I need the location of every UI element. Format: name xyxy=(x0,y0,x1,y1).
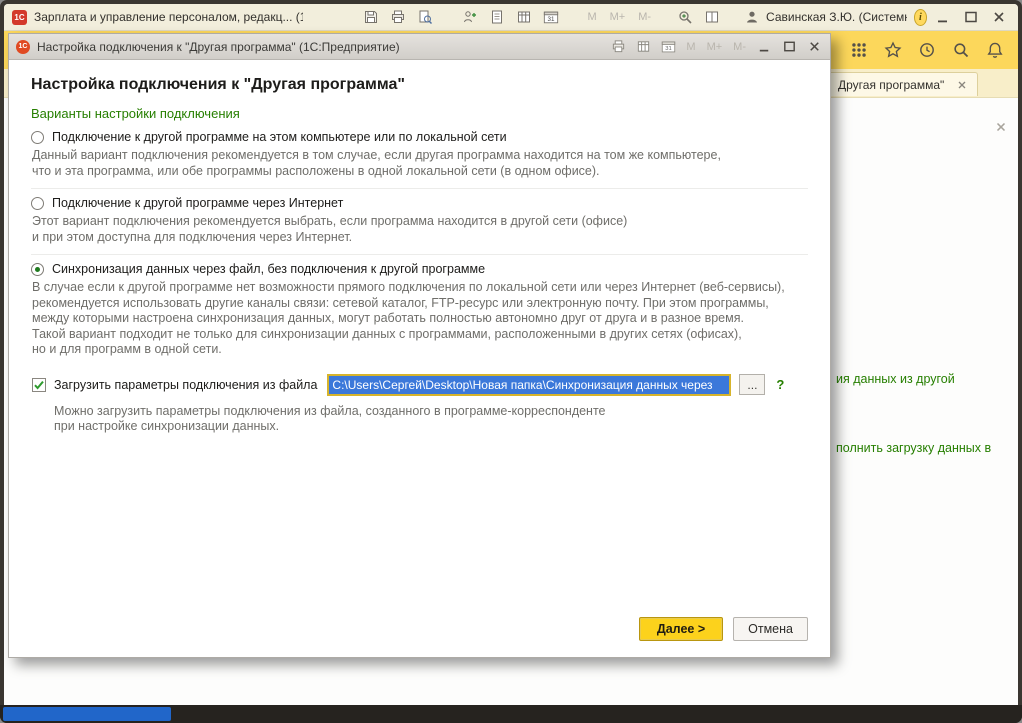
connection-settings-dialog: 1С Настройка подключения к "Другая прогр… xyxy=(8,33,831,658)
memory-m-button[interactable]: M xyxy=(585,11,598,23)
cancel-button[interactable]: Отмена xyxy=(733,617,808,641)
dialog-close-icon[interactable] xyxy=(805,38,823,56)
tab-other-program[interactable]: Другая программа" xyxy=(828,72,978,96)
dialog-memory-m-button[interactable]: M xyxy=(684,41,697,53)
radio-label: Синхронизация данных через файл, без под… xyxy=(52,262,485,276)
dialog-memory-m-plus-button[interactable]: M+ xyxy=(705,41,725,53)
tab-label: Другая программа" xyxy=(838,78,949,92)
radio-option-file-sync[interactable]: Синхронизация данных через файл, без под… xyxy=(31,262,808,276)
divider xyxy=(31,188,808,189)
next-button[interactable]: Далее > xyxy=(639,617,723,641)
dialog-title: Настройка подключения к "Другая программ… xyxy=(37,40,602,54)
form-close-icon[interactable] xyxy=(994,120,1008,134)
load-file-label[interactable]: Загрузить параметры подключения из файла xyxy=(54,378,317,392)
main-titlebar: 1С Зарплата и управление персоналом, ред… xyxy=(4,4,1018,31)
browse-button[interactable]: ... xyxy=(739,374,765,395)
main-menu-grid-icon[interactable] xyxy=(850,41,868,59)
radio-icon[interactable] xyxy=(31,197,44,210)
table-icon[interactable] xyxy=(515,8,533,26)
radio-option-local-network[interactable]: Подключение к другой программе на этом к… xyxy=(31,130,808,144)
help-link[interactable]: ? xyxy=(776,377,784,392)
add-user-icon[interactable] xyxy=(461,8,479,26)
user-menu[interactable]: Савинская З.Ю. (Системный прог... xyxy=(744,8,907,26)
load-file-checkbox[interactable] xyxy=(32,378,46,392)
dialog-table-icon[interactable] xyxy=(634,38,652,56)
load-file-row: Загрузить параметры подключения из файла… xyxy=(32,374,808,396)
favorites-star-icon[interactable] xyxy=(884,41,902,59)
dialog-calendar-icon[interactable]: 31 xyxy=(659,38,677,56)
close-icon[interactable] xyxy=(990,8,1008,26)
user-icon xyxy=(744,8,760,26)
document-icon[interactable] xyxy=(488,8,506,26)
radio-label: Подключение к другой программе на этом к… xyxy=(52,130,507,144)
calendar-icon[interactable]: 31 xyxy=(542,8,560,26)
radio-label: Подключение к другой программе через Инт… xyxy=(52,196,343,210)
load-file-description: Можно загрузить параметры подключения из… xyxy=(54,404,808,435)
main-window-title: Зарплата и управление персоналом, редакц… xyxy=(34,10,303,24)
print-preview-icon[interactable] xyxy=(416,8,434,26)
1c-dialog-logo-icon: 1С xyxy=(16,40,30,54)
dialog-body: Настройка подключения к "Другая программ… xyxy=(9,60,830,657)
page-title: Настройка подключения к "Другая программ… xyxy=(31,76,808,94)
background-link-2[interactable]: полнить загрузку данных в xyxy=(836,441,991,455)
radio-icon-selected[interactable] xyxy=(31,263,44,276)
dialog-print-icon[interactable] xyxy=(609,38,627,56)
divider xyxy=(31,254,808,255)
dialog-memory-m-minus-button[interactable]: M- xyxy=(731,41,748,53)
maximize-icon[interactable] xyxy=(962,8,980,26)
print-icon[interactable] xyxy=(389,8,407,26)
zoom-icon[interactable] xyxy=(676,8,694,26)
option-description: Этот вариант подключения рекомендуется в… xyxy=(32,214,808,245)
dialog-buttons: Далее > Отмена xyxy=(639,617,808,641)
split-window-icon[interactable] xyxy=(703,8,721,26)
notifications-bell-icon[interactable] xyxy=(986,41,1004,59)
option-description: В случае если к другой программе нет воз… xyxy=(32,280,808,358)
tab-close-icon[interactable] xyxy=(956,79,968,91)
svg-text:31: 31 xyxy=(548,16,555,23)
dialog-minimize-icon[interactable] xyxy=(755,38,773,56)
save-icon[interactable] xyxy=(362,8,380,26)
radio-option-internet[interactable]: Подключение к другой программе через Инт… xyxy=(31,196,808,210)
user-name: Савинская З.Ю. (Системный прог... xyxy=(766,10,907,24)
memory-m-plus-button[interactable]: M+ xyxy=(608,11,628,23)
info-icon[interactable]: i xyxy=(914,9,927,26)
main-window-controls xyxy=(934,8,1010,26)
1c-logo-icon: 1С xyxy=(12,10,27,25)
option-description: Данный вариант подключения рекомендуется… xyxy=(32,148,808,179)
dialog-titlebar[interactable]: 1С Настройка подключения к "Другая прогр… xyxy=(9,34,830,60)
application-window: 1С Зарплата и управление персоналом, ред… xyxy=(0,0,1022,723)
section-title: Варианты настройки подключения xyxy=(31,106,808,121)
taskbar-fragment xyxy=(3,707,171,721)
radio-icon[interactable] xyxy=(31,131,44,144)
minimize-icon[interactable] xyxy=(934,8,952,26)
bottom-frame xyxy=(0,705,1022,723)
svg-text:31: 31 xyxy=(665,46,671,52)
history-clock-icon[interactable] xyxy=(918,41,936,59)
background-link-1[interactable]: ия данных из другой xyxy=(836,372,955,386)
file-path-value: C:\Users\Сергей\Desktop\Новая папка\Синх… xyxy=(329,376,729,394)
file-path-input[interactable]: C:\Users\Сергей\Desktop\Новая папка\Синх… xyxy=(327,374,731,396)
memory-m-minus-button[interactable]: M- xyxy=(636,11,653,23)
search-icon[interactable] xyxy=(952,41,970,59)
dialog-maximize-icon[interactable] xyxy=(780,38,798,56)
